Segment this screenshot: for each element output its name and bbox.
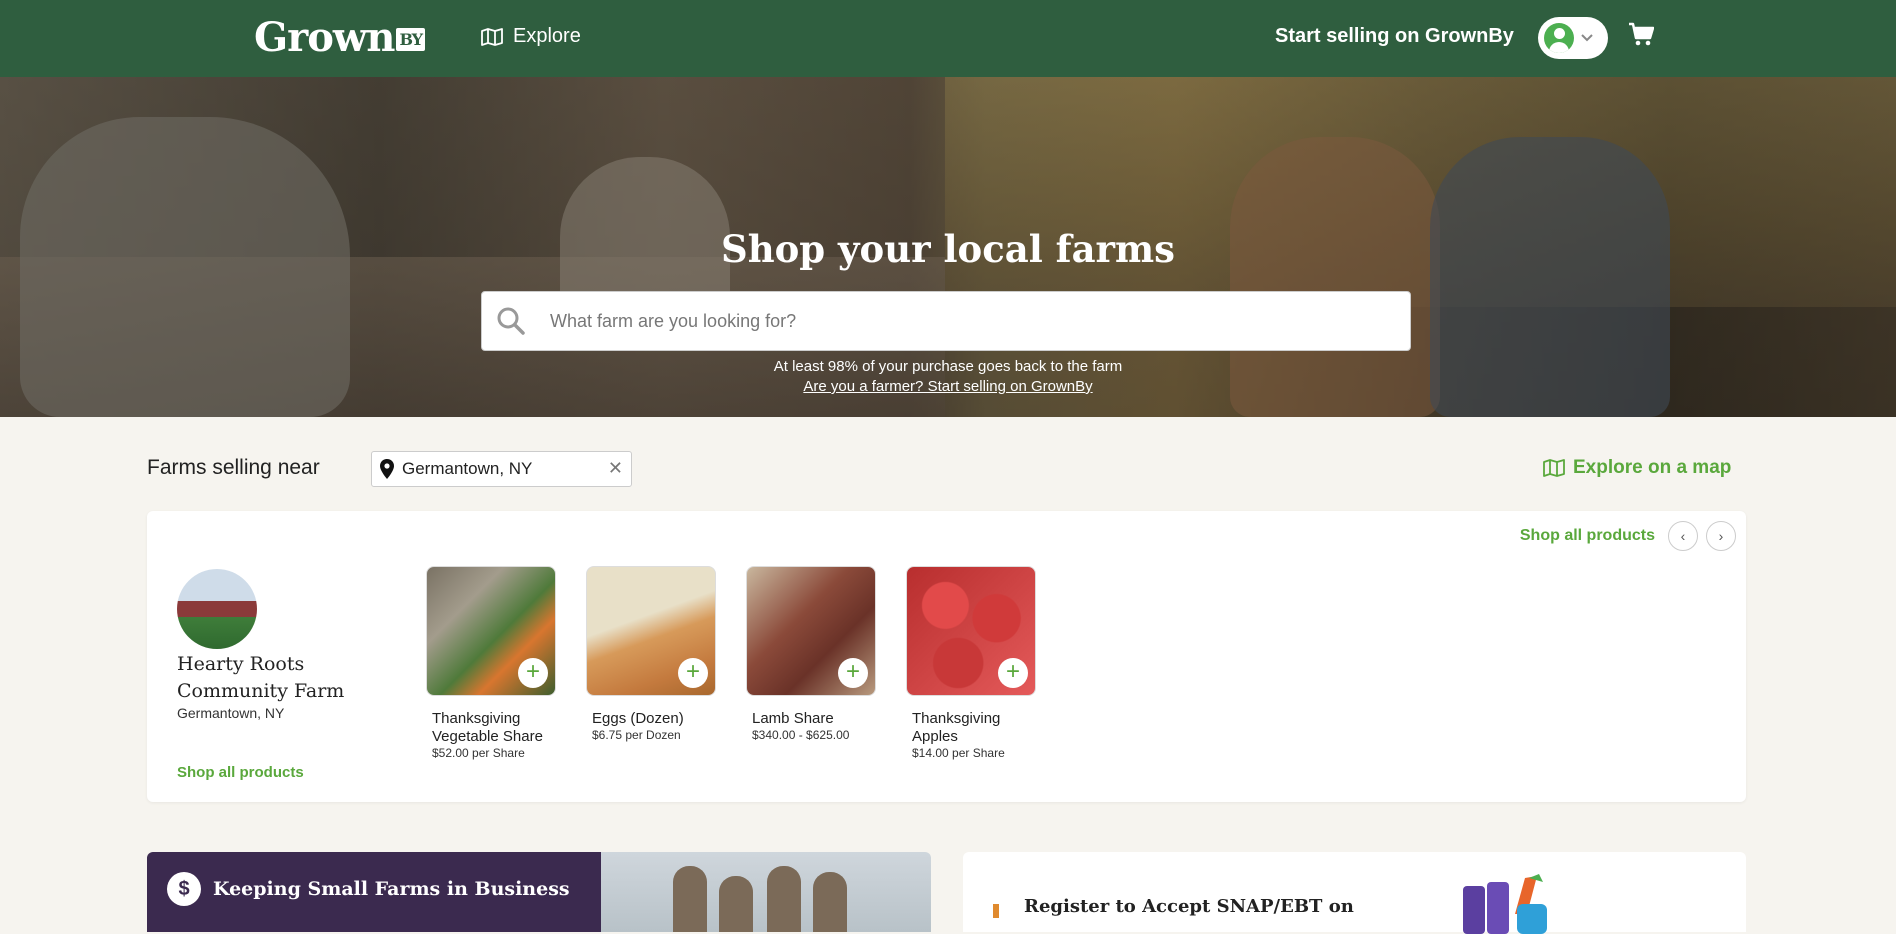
add-to-cart-button[interactable]: + bbox=[838, 658, 868, 688]
cart-icon[interactable] bbox=[1628, 22, 1655, 53]
map-icon bbox=[481, 27, 503, 46]
farms-near-heading: Farms selling near bbox=[147, 456, 320, 479]
product-card[interactable]: + Thanksgiving Apples $14.00 per Share bbox=[906, 566, 1036, 760]
product-image[interactable]: + bbox=[746, 566, 876, 696]
add-to-cart-button[interactable]: + bbox=[518, 658, 548, 688]
product-image[interactable]: + bbox=[426, 566, 556, 696]
product-name: Thanksgiving Apples bbox=[912, 710, 1001, 745]
hero-photo-farmer bbox=[1430, 137, 1670, 417]
add-to-cart-button[interactable]: + bbox=[678, 658, 708, 688]
farm-search-input[interactable] bbox=[550, 310, 1370, 332]
product-price: $340.00 - $625.00 bbox=[752, 728, 850, 742]
snap-title: Register to Accept SNAP/EBT on bbox=[1024, 896, 1354, 917]
explore-on-map-link[interactable]: Explore on a map bbox=[1543, 457, 1731, 479]
location-pin-icon bbox=[380, 459, 394, 479]
promo-photo bbox=[601, 852, 931, 932]
product-image[interactable]: + bbox=[586, 566, 716, 696]
hero-title: Shop your local farms bbox=[720, 227, 1176, 271]
map-icon bbox=[1543, 459, 1565, 477]
search-icon bbox=[497, 307, 525, 335]
farmer-signup-link[interactable]: Are you a farmer? Start selling on Grown… bbox=[0, 378, 1896, 395]
dollar-icon: $ bbox=[167, 872, 201, 906]
user-avatar-icon bbox=[1544, 23, 1574, 53]
product-name: Lamb Share bbox=[752, 710, 834, 727]
product-name: Thanksgiving Vegetable Share bbox=[432, 710, 543, 745]
clear-location-icon[interactable]: ✕ bbox=[608, 458, 623, 479]
promo-title: Keeping Small Farms in Business bbox=[213, 878, 570, 900]
small-farms-promo-card[interactable]: $ Keeping Small Farms in Business bbox=[147, 852, 931, 932]
promo-text-panel: $ Keeping Small Farms in Business bbox=[147, 852, 601, 932]
shop-all-products-link[interactable]: Shop all products bbox=[1520, 527, 1655, 545]
start-selling-link[interactable]: Start selling on GrownBy bbox=[1275, 25, 1514, 48]
product-price: $52.00 per Share bbox=[432, 746, 525, 760]
carousel-prev-button[interactable]: ‹ bbox=[1668, 521, 1698, 551]
product-name: Eggs (Dozen) bbox=[592, 710, 684, 727]
farm-card: Shop all products ‹ › Hearty Roots Commu… bbox=[147, 511, 1746, 802]
product-price: $14.00 per Share bbox=[912, 746, 1005, 760]
map-link-label: Explore on a map bbox=[1573, 457, 1732, 478]
farm-shop-all-link[interactable]: Shop all products bbox=[177, 764, 304, 781]
add-to-cart-button[interactable]: + bbox=[998, 658, 1028, 688]
farm-location: Germantown, NY bbox=[177, 705, 285, 721]
hero-note: At least 98% of your purchase goes back … bbox=[773, 358, 1123, 375]
product-price: $6.75 per Dozen bbox=[592, 728, 681, 742]
farm-search-bar[interactable] bbox=[481, 291, 1411, 351]
top-nav-bar: Grown BY Explore Start selling on GrownBy bbox=[0, 0, 1896, 77]
chevron-down-icon bbox=[1581, 34, 1593, 42]
explore-label: Explore bbox=[513, 25, 581, 47]
grownby-logo[interactable]: Grown BY bbox=[254, 14, 426, 61]
product-card[interactable]: + Lamb Share $340.00 - $625.00 bbox=[746, 566, 876, 742]
location-value: Germantown, NY bbox=[402, 459, 533, 478]
snap-produce-logo bbox=[1463, 874, 1547, 934]
product-image[interactable]: + bbox=[906, 566, 1036, 696]
hero-photo-farmer bbox=[1230, 137, 1440, 417]
explore-nav-link[interactable]: Explore bbox=[481, 25, 581, 48]
product-card[interactable]: + Thanksgiving Vegetable Share $52.00 pe… bbox=[426, 566, 556, 760]
farm-name[interactable]: Hearty Roots Community Farm bbox=[177, 651, 377, 705]
location-input[interactable]: Germantown, NY ✕ bbox=[371, 451, 632, 487]
carousel-next-button[interactable]: › bbox=[1706, 521, 1736, 551]
product-card[interactable]: + Eggs (Dozen) $6.75 per Dozen bbox=[586, 566, 716, 742]
snap-ebt-card[interactable]: Register to Accept SNAP/EBT on bbox=[963, 852, 1746, 934]
farm-avatar[interactable] bbox=[177, 569, 257, 649]
user-menu-button[interactable] bbox=[1538, 17, 1608, 59]
hero-banner: Shop your local farms At least 98% of yo… bbox=[0, 77, 1896, 417]
